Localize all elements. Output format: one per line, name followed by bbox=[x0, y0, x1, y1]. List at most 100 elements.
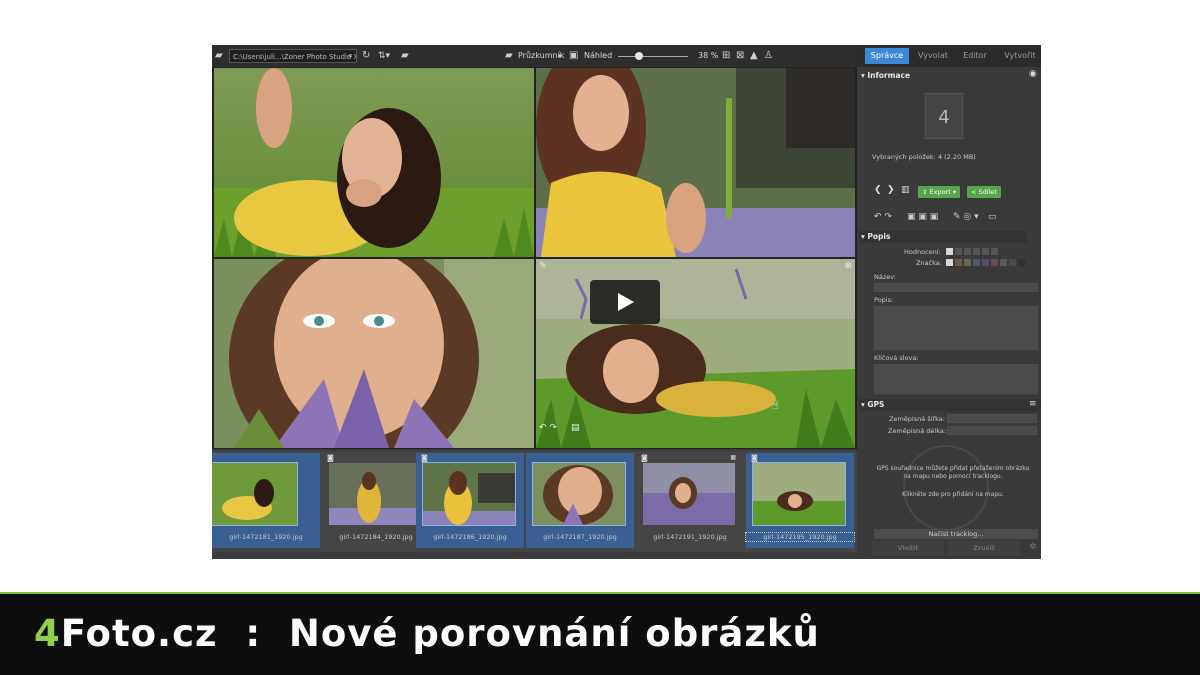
latitude-field[interactable] bbox=[947, 414, 1037, 423]
longitude-field[interactable] bbox=[947, 426, 1037, 435]
info-section-header[interactable]: ▾ Informace bbox=[861, 70, 910, 82]
fit-icon[interactable]: ⊞ bbox=[722, 45, 730, 67]
tag-swatch[interactable] bbox=[991, 259, 998, 266]
filmstrip-item[interactable]: girl-1472181_1920.jpg bbox=[212, 453, 320, 548]
photo-4[interactable]: ✎ ⊗ ↶ ↷ ▤ ☝ bbox=[536, 259, 855, 448]
close-icon[interactable]: ⊗ bbox=[844, 261, 852, 271]
star-icon[interactable] bbox=[955, 248, 962, 255]
gps-section-header[interactable]: ▾ GPS bbox=[861, 399, 884, 411]
tag-swatch[interactable] bbox=[1009, 259, 1016, 266]
tag-swatch[interactable] bbox=[982, 259, 989, 266]
desc-label: Popis: bbox=[874, 296, 894, 304]
sort-icon[interactable]: ⇅▾ bbox=[378, 45, 390, 67]
filmstrip-item[interactable]: ◙ ▦ girl-1472184_1920.jpg bbox=[322, 453, 430, 548]
play-icon bbox=[618, 293, 634, 311]
brand-rest: Foto.cz : Nové porovnání obrázků bbox=[60, 612, 820, 655]
search-icon[interactable]: ⌕ bbox=[348, 45, 353, 67]
camera-icon: ◙ bbox=[641, 454, 648, 462]
load-tracklog-button[interactable]: Načíst tracklog... bbox=[874, 529, 1038, 539]
star-icon[interactable] bbox=[991, 248, 998, 255]
photo-2[interactable] bbox=[536, 68, 855, 257]
filmstrip-item[interactable]: ◙ girl-1472195_1920.jpg bbox=[745, 453, 855, 548]
thumbnail bbox=[643, 463, 735, 525]
filmstrip: girl-1472181_1920.jpg ◙ ▦ girl-1472184_1… bbox=[212, 451, 857, 552]
color-tags[interactable] bbox=[946, 259, 1036, 267]
tag-swatch[interactable] bbox=[1000, 259, 1007, 266]
zoom-slider[interactable] bbox=[618, 56, 688, 57]
gps-map-link[interactable]: Klikněte zde pro přidání na mapu. bbox=[875, 491, 1031, 498]
thumbnail bbox=[422, 462, 516, 526]
share-button[interactable]: < Sdílet bbox=[967, 186, 1001, 198]
trash-icon[interactable]: ▤ bbox=[571, 423, 580, 433]
menu-icon[interactable]: ≡ bbox=[1029, 399, 1037, 409]
top-toolbar: ▰ C:\Users\juli...\Zoner Photo Studio X … bbox=[212, 45, 857, 67]
description-section-header[interactable]: ▾ Popis bbox=[861, 231, 890, 243]
photo-1[interactable] bbox=[214, 68, 534, 257]
name-field[interactable] bbox=[874, 283, 1038, 292]
tab-develop[interactable]: Vyvolat bbox=[913, 48, 953, 64]
rotate-icon[interactable]: ↶ ↷ bbox=[874, 212, 892, 222]
tag-swatch[interactable] bbox=[955, 259, 962, 266]
longitude-label: Zeměpisná délka: bbox=[888, 427, 947, 435]
gear-icon[interactable]: ✲ bbox=[1029, 542, 1037, 552]
new-folder-icon[interactable]: ▰ bbox=[401, 45, 409, 67]
filename: girl-1472184_1920.jpg bbox=[339, 533, 413, 541]
gps-section-title: GPS bbox=[867, 400, 885, 409]
export-label: Export bbox=[929, 188, 951, 196]
module-tabs: Správce Vyvolat Editor Vytvořit bbox=[857, 45, 1041, 67]
photo-3[interactable] bbox=[214, 259, 534, 448]
star-icon[interactable] bbox=[973, 248, 980, 255]
tab-editor[interactable]: Editor bbox=[955, 48, 995, 64]
zoom-value: 38 % bbox=[698, 51, 719, 60]
edit-tools-icon[interactable]: ▣ ▣ ▣ bbox=[907, 212, 938, 222]
compare-grid: ✎ ⊗ ↶ ↷ ▤ ☝ bbox=[212, 67, 857, 449]
zoom-slider-handle[interactable] bbox=[635, 52, 643, 60]
play-button[interactable] bbox=[590, 280, 660, 324]
info-section-title: Informace bbox=[867, 71, 911, 80]
thumbnail bbox=[532, 462, 626, 526]
path-field[interactable]: C:\Users\juli...\Zoner Photo Studio X bbox=[229, 49, 357, 63]
tab-manager[interactable]: Správce bbox=[865, 48, 909, 64]
person-icon[interactable]: ♙ bbox=[764, 45, 773, 67]
tag-swatch[interactable] bbox=[973, 259, 980, 266]
tag-label: Značka: bbox=[916, 259, 942, 267]
rating-clear-icon[interactable] bbox=[946, 248, 953, 255]
star-icon[interactable] bbox=[982, 248, 989, 255]
filmstrip-item[interactable]: ◙ girl-1472186_1920.jpg bbox=[416, 453, 524, 548]
tab-create[interactable]: Vytvořit bbox=[999, 48, 1041, 64]
prev-icon[interactable]: ❮ bbox=[874, 185, 882, 195]
message-icon[interactable]: ▭ bbox=[988, 212, 997, 222]
next-icon[interactable]: ❯ bbox=[887, 185, 895, 195]
trash-icon[interactable]: ▥ bbox=[901, 185, 910, 195]
filename: girl-1472195_1920.jpg bbox=[745, 532, 855, 542]
wrench-icon[interactable]: ✎ ◎ ▾ bbox=[953, 212, 979, 222]
pin-icon[interactable]: ✎ bbox=[539, 261, 547, 271]
tag-swatch[interactable] bbox=[1018, 259, 1025, 266]
cancel-button[interactable]: Zrušit bbox=[948, 541, 1020, 555]
settings-icon[interactable]: ◉ bbox=[1029, 69, 1037, 79]
image-icon: ▣ bbox=[569, 50, 579, 61]
refresh-icon[interactable]: ↻ bbox=[362, 45, 370, 67]
folder-icon[interactable]: ▰ bbox=[215, 45, 223, 67]
tag-swatch[interactable] bbox=[964, 259, 971, 266]
filmstrip-item[interactable]: ◙ ▦ girl-1472191_1920.jpg bbox=[636, 453, 744, 548]
chevron-down-icon[interactable]: ▾ bbox=[558, 45, 562, 67]
filmstrip-item[interactable]: girl-1472187_1920.jpg bbox=[526, 453, 634, 548]
thumbnail bbox=[329, 463, 421, 525]
brand-digit: 4 bbox=[34, 612, 61, 655]
rating-stars[interactable] bbox=[946, 248, 1006, 256]
export-button[interactable]: ⇪ Export ▾ bbox=[918, 186, 961, 198]
keywords-field[interactable] bbox=[874, 364, 1038, 394]
insert-button[interactable]: Vložit bbox=[872, 541, 944, 555]
description-field[interactable] bbox=[874, 306, 1038, 350]
name-label: Název: bbox=[874, 273, 896, 281]
lock-icon[interactable]: ▲ bbox=[750, 45, 758, 67]
star-icon[interactable] bbox=[964, 248, 971, 255]
fullscreen-icon[interactable]: ⊠ bbox=[736, 45, 744, 67]
rotate-icon[interactable]: ↶ ↷ bbox=[539, 423, 557, 433]
footer-title: 4Foto.cz : Nové porovnání obrázků bbox=[34, 612, 820, 655]
preview-label[interactable]: Náhled bbox=[584, 45, 612, 67]
tag-clear-icon[interactable] bbox=[946, 259, 953, 266]
keywords-label: Klíčová slova: bbox=[874, 354, 919, 362]
filename: girl-1472186_1920.jpg bbox=[433, 533, 507, 541]
